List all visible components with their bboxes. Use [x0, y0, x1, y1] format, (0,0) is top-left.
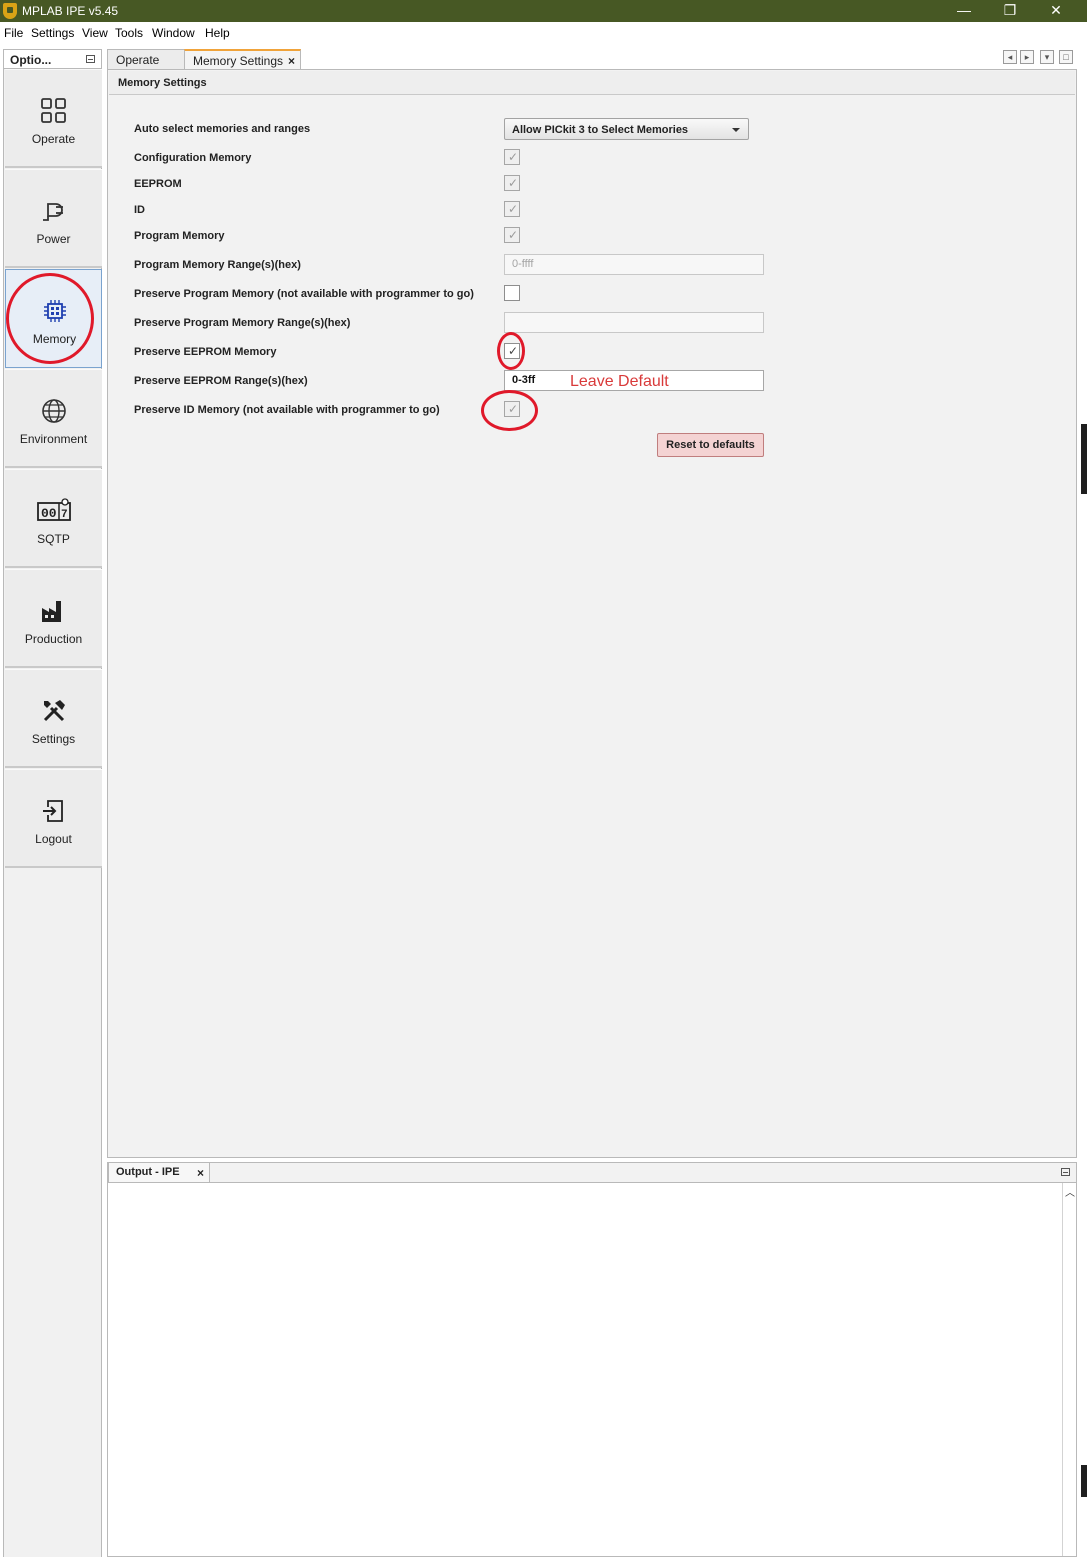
- tab-label: Operate: [116, 53, 160, 67]
- sidebar-item-label: Power: [36, 232, 71, 246]
- auto-select-value: Allow PICkit 3 to Select Memories: [512, 124, 689, 136]
- editor-tab-strip: Operate Memory Settings ×: [107, 49, 1077, 69]
- tab-output-ipe[interactable]: Output - IPE ×: [108, 1162, 210, 1182]
- preserve-program-range-label: Preserve Program Memory Range(s)(hex): [134, 317, 351, 329]
- panel-title: Memory Settings: [118, 77, 207, 89]
- chevron-down-icon: [732, 128, 740, 132]
- minimize-panel-icon[interactable]: [1061, 1168, 1070, 1176]
- operate-grid-icon: [41, 98, 66, 123]
- sidebar-item-label: Logout: [35, 832, 72, 846]
- preserve-eeprom-range-label: Preserve EEPROM Range(s)(hex): [134, 375, 308, 387]
- menu-view[interactable]: View: [82, 26, 108, 40]
- memory-settings-panel: Memory Settings: [107, 69, 1077, 1158]
- preserve-program-memory-label: Preserve Program Memory (not available w…: [134, 288, 474, 300]
- close-tab-icon[interactable]: ×: [288, 54, 295, 68]
- checkmark-icon: ✓: [508, 150, 519, 164]
- sidebar-item-power[interactable]: Power: [5, 169, 102, 268]
- edge-strip: [1081, 1465, 1087, 1497]
- id-highlight-circle: [481, 390, 538, 431]
- preserve-eeprom-label: Preserve EEPROM Memory: [134, 346, 277, 358]
- scroll-right-icon[interactable]: ▸: [1020, 50, 1034, 64]
- menu-window[interactable]: Window: [152, 26, 195, 40]
- counter-icon: 00 7: [37, 498, 71, 521]
- menu-tools[interactable]: Tools: [115, 26, 143, 40]
- program-memory-checkbox[interactable]: ✓: [504, 227, 520, 243]
- minimize-button[interactable]: —: [941, 0, 987, 22]
- leave-default-annotation: Leave Default: [570, 373, 669, 390]
- output-console[interactable]: ︿: [107, 1182, 1077, 1557]
- sidebar-item-logout[interactable]: Logout: [5, 769, 102, 868]
- eeprom-label: EEPROM: [134, 178, 182, 190]
- program-memory-range-label: Program Memory Range(s)(hex): [134, 259, 301, 271]
- program-memory-range-field[interactable]: 0-ffff: [504, 254, 764, 275]
- menu-settings[interactable]: Settings: [31, 26, 74, 40]
- window-title: MPLAB IPE v5.45: [22, 4, 119, 18]
- sidebar-item-label: Production: [24, 632, 83, 646]
- checkmark-icon: ✓: [508, 176, 519, 190]
- preserve-id-label: Preserve ID Memory (not available with p…: [134, 404, 440, 416]
- factory-icon: [42, 601, 61, 622]
- menu-help[interactable]: Help: [205, 26, 230, 40]
- maximize-window-icon[interactable]: □: [1059, 50, 1073, 64]
- preserve-program-memory-checkbox[interactable]: [504, 285, 520, 301]
- menu-file[interactable]: File: [4, 26, 23, 40]
- preserve-program-range-field[interactable]: [504, 312, 764, 333]
- eeprom-highlight-circle: [497, 332, 525, 370]
- tab-label: Memory Settings: [193, 54, 284, 68]
- sidebar-item-operate[interactable]: Operate: [5, 69, 102, 168]
- power-plug-icon: [43, 203, 63, 221]
- scroll-left-icon[interactable]: ◂: [1003, 50, 1017, 64]
- sidebar-item-sqtp[interactable]: 00 7 SQTP: [5, 469, 102, 568]
- svg-text:00: 00: [41, 506, 57, 521]
- close-button[interactable]: ✕: [1033, 0, 1079, 22]
- minimize-panel-icon[interactable]: [86, 55, 95, 63]
- sidebar-item-environment[interactable]: Environment: [5, 369, 102, 468]
- tab-operate[interactable]: Operate: [107, 49, 185, 69]
- sidebar-item-label: Operate: [31, 132, 76, 146]
- maximize-button[interactable]: ❐: [987, 0, 1033, 22]
- edge-strip: [1081, 424, 1087, 494]
- panel-header: Memory Settings: [109, 71, 1075, 95]
- configuration-memory-label: Configuration Memory: [134, 152, 252, 164]
- configuration-memory-checkbox[interactable]: ✓: [504, 149, 520, 165]
- eeprom-checkbox[interactable]: ✓: [504, 175, 520, 191]
- auto-select-label: Auto select memories and ranges: [134, 123, 311, 135]
- output-scrollbar[interactable]: ︿: [1062, 1183, 1076, 1556]
- scroll-up-icon[interactable]: ︿: [1065, 1184, 1075, 1199]
- sidebar-item-label: Settings: [31, 732, 76, 746]
- logout-icon: [43, 800, 63, 822]
- close-tab-icon[interactable]: ×: [197, 1166, 204, 1180]
- options-panel-header: Optio...: [3, 49, 102, 69]
- tab-list-icon[interactable]: ▾: [1040, 50, 1054, 64]
- checkmark-icon: ✓: [508, 228, 519, 242]
- output-tab-strip: Output - IPE ×: [107, 1162, 1077, 1182]
- tab-memory-settings[interactable]: Memory Settings ×: [184, 49, 301, 69]
- checkmark-icon: ✓: [508, 202, 519, 216]
- options-panel-title: Optio...: [10, 53, 52, 67]
- sidebar-item-label: Environment: [19, 432, 88, 446]
- reset-to-defaults-button[interactable]: Reset to defaults: [657, 433, 764, 457]
- svg-text:7: 7: [61, 509, 68, 521]
- sidebar-item-settings[interactable]: Settings: [5, 669, 102, 768]
- auto-select-dropdown[interactable]: Allow PICkit 3 to Select Memories: [504, 118, 749, 140]
- tools-icon: [43, 700, 65, 722]
- globe-icon: [42, 399, 66, 423]
- program-memory-label: Program Memory: [134, 230, 225, 242]
- id-label: ID: [134, 204, 145, 216]
- mplab-logo-icon: [3, 3, 17, 19]
- sidebar-item-production[interactable]: Production: [5, 569, 102, 668]
- menu-bar: File Settings View Tools Window Help: [0, 22, 1087, 44]
- memory-highlight-circle: [6, 273, 94, 364]
- tab-label: Output - IPE: [116, 1166, 180, 1178]
- sidebar-item-label: SQTP: [37, 532, 70, 546]
- id-checkbox[interactable]: ✓: [504, 201, 520, 217]
- title-bar: MPLAB IPE v5.45 — ❐ ✕: [0, 0, 1087, 22]
